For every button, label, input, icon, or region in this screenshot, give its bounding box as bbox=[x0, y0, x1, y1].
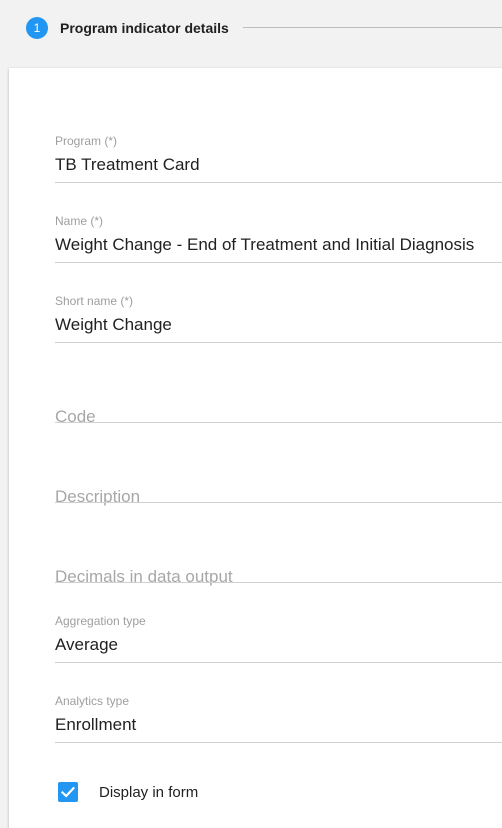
analytics-type-select[interactable]: Analytics type Enrollment bbox=[55, 694, 502, 754]
aggregation-type-select[interactable]: Aggregation type Average bbox=[55, 614, 502, 674]
name-label: Name (*) bbox=[55, 214, 104, 228]
step-label[interactable]: Program indicator details bbox=[60, 19, 229, 37]
short-name-underline bbox=[55, 342, 502, 343]
stepper-header: 1 Program indicator details bbox=[0, 0, 502, 56]
display-in-form-checkbox[interactable] bbox=[58, 782, 78, 802]
name-value[interactable]: Weight Change - End of Treatment and Ini… bbox=[55, 234, 474, 256]
description-placeholder[interactable]: Description bbox=[55, 486, 140, 508]
aggregation-type-value[interactable]: Average bbox=[55, 634, 118, 656]
analytics-type-value[interactable]: Enrollment bbox=[55, 714, 136, 736]
aggregation-type-label: Aggregation type bbox=[55, 614, 146, 628]
short-name-value[interactable]: Weight Change bbox=[55, 314, 172, 336]
code-placeholder[interactable]: Code bbox=[55, 406, 96, 428]
short-name-label: Short name (*) bbox=[55, 294, 134, 308]
code-field[interactable]: Code bbox=[55, 374, 502, 434]
decimals-underline bbox=[55, 582, 502, 583]
program-label: Program (*) bbox=[55, 134, 118, 148]
analytics-type-label: Analytics type bbox=[55, 694, 130, 708]
decimals-field[interactable]: Decimals in data output bbox=[55, 534, 502, 594]
stepper-connector-line bbox=[243, 27, 502, 28]
analytics-type-underline bbox=[55, 742, 502, 743]
description-field[interactable]: Description bbox=[55, 454, 502, 514]
display-in-form-row[interactable]: Display in form bbox=[58, 782, 358, 806]
checkmark-icon bbox=[60, 786, 76, 798]
decimals-placeholder[interactable]: Decimals in data output bbox=[55, 566, 233, 588]
form-card: Program (*) TB Treatment Card Name (*) W… bbox=[9, 68, 502, 828]
code-underline bbox=[55, 422, 502, 423]
display-in-form-label[interactable]: Display in form bbox=[99, 784, 198, 802]
step-number-badge[interactable]: 1 bbox=[26, 17, 48, 39]
name-underline bbox=[55, 262, 502, 263]
program-field[interactable]: Program (*) TB Treatment Card bbox=[55, 134, 502, 194]
short-name-field[interactable]: Short name (*) Weight Change bbox=[55, 294, 502, 354]
description-underline bbox=[55, 502, 502, 503]
name-field[interactable]: Name (*) Weight Change - End of Treatmen… bbox=[55, 214, 502, 274]
program-value[interactable]: TB Treatment Card bbox=[55, 154, 200, 176]
program-underline bbox=[55, 182, 502, 183]
aggregation-type-underline bbox=[55, 662, 502, 663]
